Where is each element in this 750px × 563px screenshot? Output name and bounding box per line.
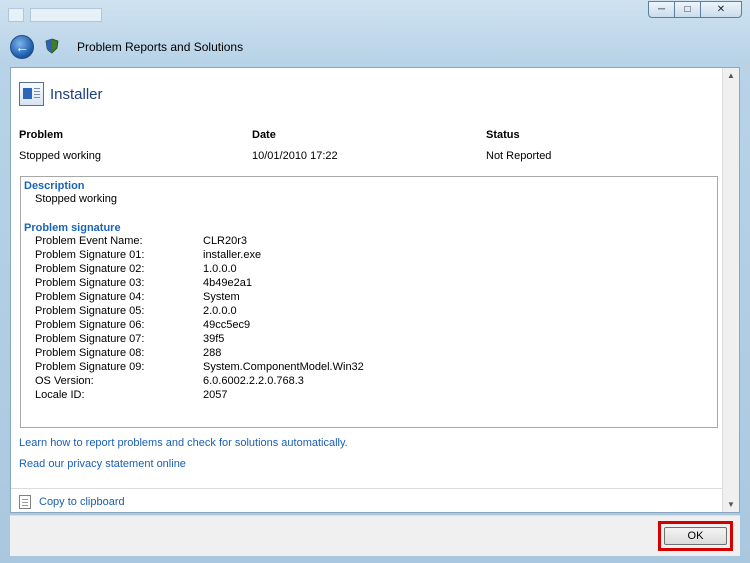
signature-row: Locale ID: 2057 xyxy=(35,389,715,403)
caption-buttons: ─ □ ✕ xyxy=(648,1,742,18)
learn-link[interactable]: Learn how to report problems and check f… xyxy=(19,437,348,449)
title-bar: ← Problem Reports and Solutions xyxy=(0,28,750,64)
signature-key: Problem Signature 09: xyxy=(35,361,145,373)
report-heading: Installer xyxy=(19,82,103,106)
background-tab xyxy=(30,8,102,22)
vertical-scrollbar[interactable]: ▲ ▼ xyxy=(722,68,739,512)
copy-to-clipboard-link[interactable]: Copy to clipboard xyxy=(19,495,125,509)
signature-title: Problem signature xyxy=(24,222,121,234)
privacy-link[interactable]: Read our privacy statement online xyxy=(19,458,186,470)
signature-row: Problem Signature 07: 39f5 xyxy=(35,333,715,347)
signature-key: OS Version: xyxy=(35,375,94,387)
signature-row: Problem Event Name: CLR20r3 xyxy=(35,235,715,249)
dialog-footer: OK xyxy=(10,515,740,556)
status-header: Status xyxy=(486,129,520,141)
signature-value: 2.0.0.0 xyxy=(203,305,237,317)
background-taskbar xyxy=(8,8,438,22)
signature-key: Problem Signature 02: xyxy=(35,263,145,275)
signature-row: Problem Signature 03: 4b49e2a1 xyxy=(35,277,715,291)
date-value: 10/01/2010 17:22 xyxy=(252,150,338,162)
signature-value: 49cc5ec9 xyxy=(203,319,251,331)
signature-key: Problem Signature 07: xyxy=(35,333,145,345)
signature-row: Problem Signature 04: System xyxy=(35,291,715,305)
minimize-icon: ─ xyxy=(657,4,666,15)
back-button[interactable]: ← xyxy=(10,35,34,59)
close-icon: ✕ xyxy=(716,4,726,15)
signature-value: System xyxy=(203,291,240,303)
signature-value: 39f5 xyxy=(203,333,225,345)
shield-icon xyxy=(45,38,59,54)
scroll-down-icon[interactable]: ▼ xyxy=(727,500,735,509)
signature-row: Problem Signature 06: 49cc5ec9 xyxy=(35,319,715,333)
signature-key: Problem Event Name: xyxy=(35,235,143,247)
signature-key: Problem Signature 04: xyxy=(35,291,145,303)
minimize-button[interactable]: ─ xyxy=(648,1,674,18)
signature-row: Problem Signature 08: 288 xyxy=(35,347,715,361)
signature-value: 4b49e2a1 xyxy=(203,277,252,289)
signature-value: 1.0.0.0 xyxy=(203,263,237,275)
report-content: Installer Problem Stopped working Date 1… xyxy=(10,67,740,513)
description-title: Description xyxy=(24,180,85,192)
ok-highlight-box: OK xyxy=(658,521,733,551)
problem-value: Stopped working xyxy=(19,150,101,162)
signature-value: System.ComponentModel.Win32 xyxy=(203,361,364,373)
copy-label: Copy to clipboard xyxy=(39,496,125,508)
signature-value: 288 xyxy=(203,347,222,359)
window-frame: ─ □ ✕ ← Problem Reports and Solutions In… xyxy=(0,0,750,563)
signature-row: Problem Signature 01: installer.exe xyxy=(35,249,715,263)
problem-header: Problem xyxy=(19,129,64,141)
signature-key: Locale ID: xyxy=(35,389,85,401)
signature-row: Problem Signature 02: 1.0.0.0 xyxy=(35,263,715,277)
description-text: Stopped working xyxy=(35,193,117,205)
signature-value: 2057 xyxy=(203,389,228,401)
report-title: Installer xyxy=(50,85,103,103)
signature-value: 6.0.6002.2.2.0.768.3 xyxy=(203,375,304,387)
background-tab xyxy=(8,8,24,22)
clipboard-icon xyxy=(19,495,31,509)
signature-key: Problem Signature 03: xyxy=(35,277,145,289)
date-header: Date xyxy=(252,129,276,141)
ok-button[interactable]: OK xyxy=(664,527,727,545)
divider xyxy=(11,488,723,489)
signature-row: Problem Signature 05: 2.0.0.0 xyxy=(35,305,715,319)
document-icon xyxy=(19,82,44,106)
window-title: Problem Reports and Solutions xyxy=(77,40,244,54)
signature-row: Problem Signature 09: System.ComponentMod… xyxy=(35,361,715,375)
signature-key: Problem Signature 05: xyxy=(35,305,145,317)
signature-value: installer.exe xyxy=(203,249,262,261)
signature-key: Problem Signature 06: xyxy=(35,319,145,331)
signature-row: OS Version: 6.0.6002.2.2.0.768.3 xyxy=(35,375,715,389)
back-arrow-icon: ← xyxy=(15,39,29,55)
signature-key: Problem Signature 08: xyxy=(35,347,145,359)
maximize-icon: □ xyxy=(684,4,691,15)
scroll-up-icon[interactable]: ▲ xyxy=(727,71,735,80)
signature-value: CLR20r3 xyxy=(203,235,248,247)
close-button[interactable]: ✕ xyxy=(700,1,742,18)
maximize-button[interactable]: □ xyxy=(674,1,700,18)
details-box: Description Stopped working Problem sign… xyxy=(20,176,718,428)
status-value: Not Reported xyxy=(486,150,552,162)
signature-key: Problem Signature 01: xyxy=(35,249,145,261)
